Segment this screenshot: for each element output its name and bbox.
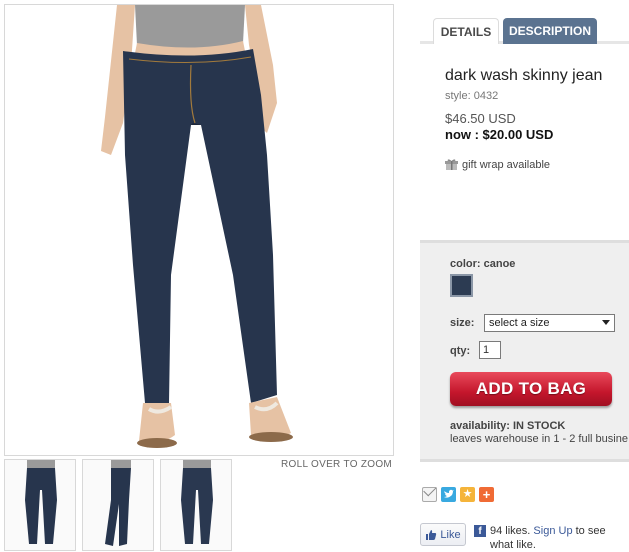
gift-icon — [445, 158, 458, 171]
facebook-like-text: 94 likes. Sign Up to see what like. — [490, 524, 629, 552]
thumbnail-side-image — [105, 460, 131, 546]
color-swatch-canoe[interactable] — [450, 274, 473, 297]
product-title: dark wash skinny jean — [445, 67, 603, 84]
thumbnail-back[interactable] — [160, 459, 232, 551]
leaves-warehouse-text: leaves warehouse in 1 - 2 full busine — [450, 433, 628, 445]
color-label: color: canoe — [450, 258, 516, 270]
size-label: size: — [450, 317, 475, 329]
thumbs-up-icon — [426, 529, 437, 540]
qty-label: qty: — [450, 345, 471, 357]
add-to-bag-button[interactable]: ADD TO BAG — [450, 372, 612, 406]
mail-icon[interactable] — [422, 487, 437, 502]
product-tabs: DETAILS DESCRIPTION — [420, 18, 629, 44]
thumbnail-front-image — [25, 460, 57, 544]
gift-wrap-notice: gift wrap available — [445, 158, 550, 171]
chevron-down-icon — [602, 320, 610, 325]
tab-description[interactable]: DESCRIPTION — [503, 18, 597, 44]
purchase-options-panel: color: canoe size: select a size qty: 1 … — [420, 240, 629, 462]
jeans-model-image — [101, 5, 293, 448]
size-select-value: select a size — [489, 317, 550, 329]
share-icons: ★ + — [422, 487, 494, 502]
thumbnail-back-image — [181, 460, 213, 544]
like-button-label: Like — [440, 528, 461, 541]
original-price: $46.50 USD — [445, 111, 516, 126]
main-product-image[interactable] — [4, 4, 394, 456]
like-wrap-text: like. — [516, 539, 536, 551]
availability-value: IN STOCK — [512, 420, 566, 432]
twitter-icon[interactable] — [441, 487, 456, 502]
favorite-star-icon[interactable]: ★ — [460, 487, 475, 502]
availability-label: availability: — [450, 420, 510, 432]
facebook-like-button[interactable]: Like — [420, 523, 466, 546]
thumbnail-front[interactable] — [4, 459, 76, 551]
sale-price: now : $20.00 USD — [445, 127, 554, 142]
facebook-icon: f — [474, 525, 486, 537]
sign-up-link[interactable]: Sign Up — [533, 525, 572, 537]
style-number: style: 0432 — [445, 90, 499, 102]
qty-input[interactable]: 1 — [479, 341, 501, 359]
gift-wrap-label: gift wrap available — [462, 158, 551, 171]
likes-count: 94 likes. — [490, 525, 531, 537]
size-select[interactable]: select a size — [484, 314, 615, 332]
share-plus-icon[interactable]: + — [479, 487, 494, 502]
availability: availability: IN STOCK — [450, 420, 565, 432]
roll-over-zoom-hint: ROLL OVER TO ZOOM — [281, 459, 393, 470]
tab-details[interactable]: DETAILS — [433, 18, 499, 44]
thumbnail-side[interactable] — [82, 459, 154, 551]
